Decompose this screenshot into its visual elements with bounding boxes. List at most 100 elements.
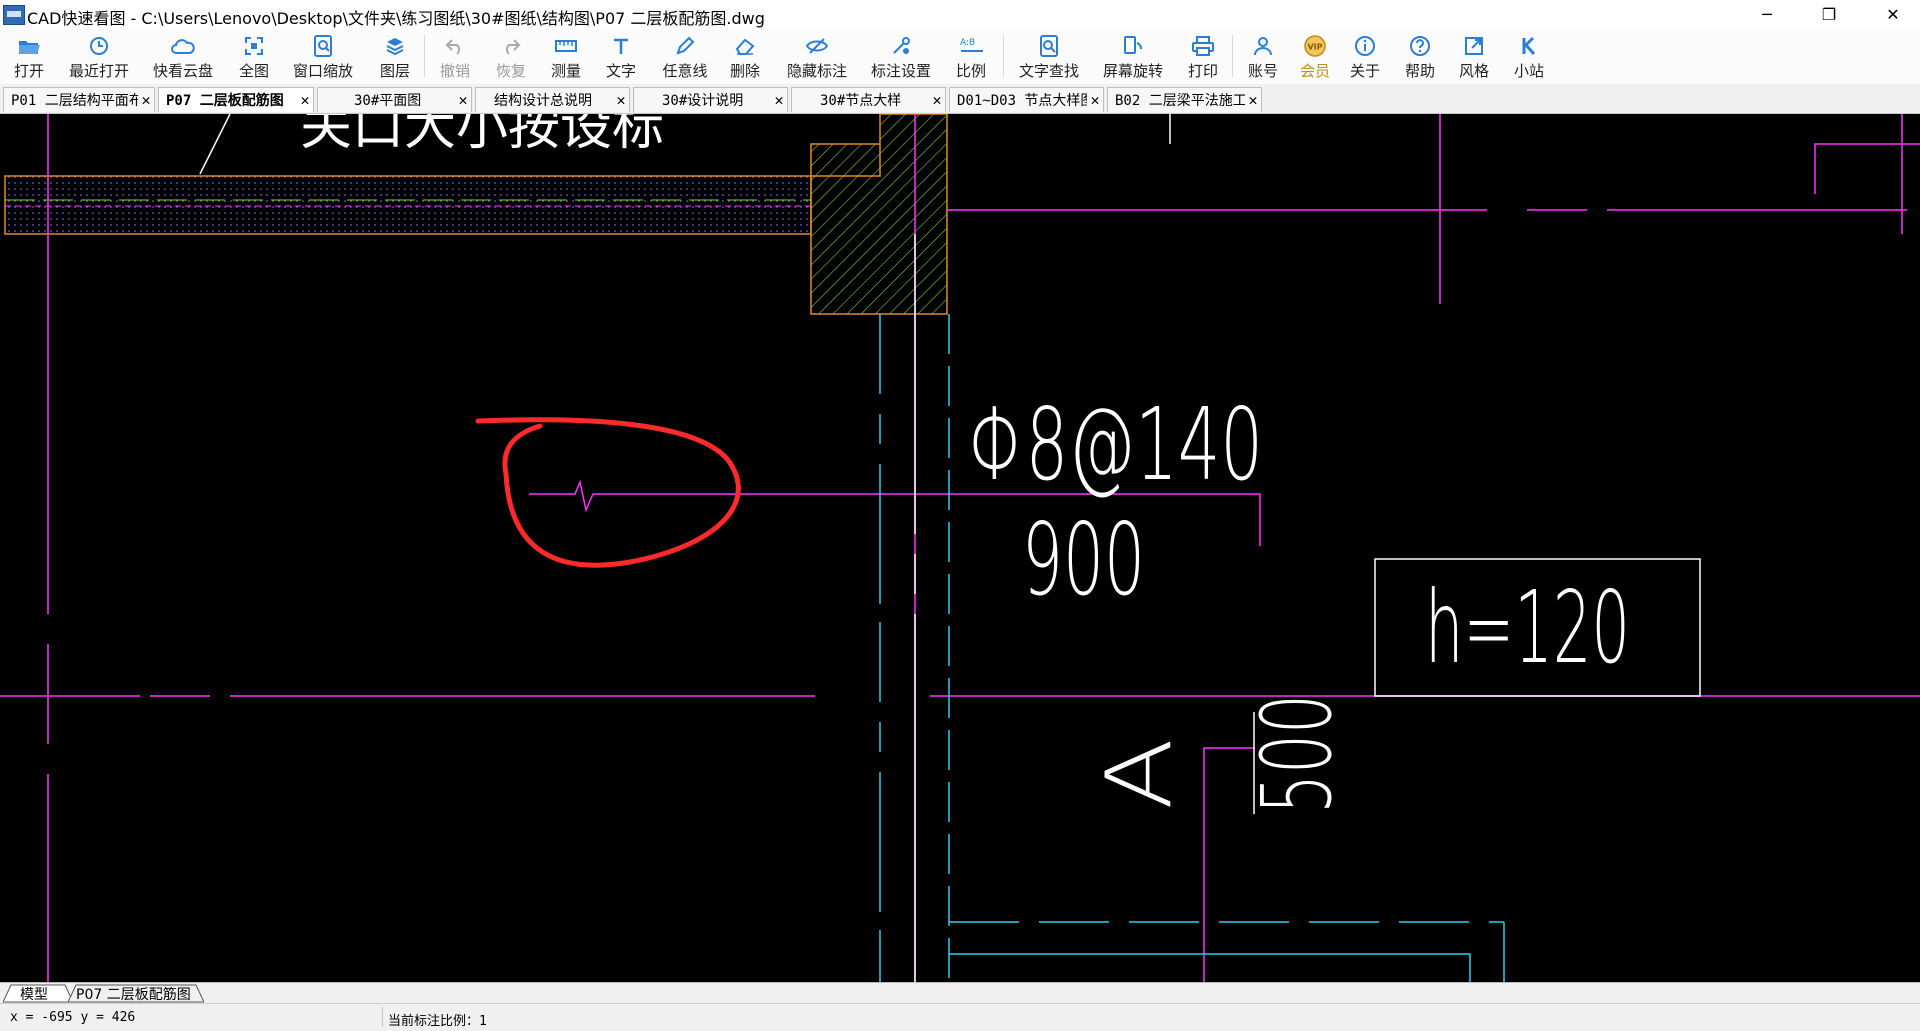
- tab-30-details[interactable]: 30#节点大样 ✕: [791, 87, 946, 112]
- search-doc-icon: [1037, 35, 1061, 57]
- undo-icon: [443, 35, 467, 57]
- tab-structure-notes[interactable]: 结构设计总说明 ✕: [475, 87, 630, 112]
- toolbar-separator: [1003, 35, 1004, 77]
- close-icon[interactable]: ✕: [613, 91, 629, 109]
- freeline-button[interactable]: 任意线: [660, 29, 710, 84]
- vip-button[interactable]: VIP 会员: [1298, 29, 1332, 84]
- cloud-icon: [171, 35, 195, 57]
- svg-text:VIP: VIP: [1307, 43, 1322, 52]
- close-icon[interactable]: ✕: [1245, 91, 1261, 109]
- fullscreen-icon: [242, 35, 266, 57]
- svg-text:A:B: A:B: [960, 38, 975, 48]
- tab-b02[interactable]: B02 二层梁平法施工图 ✕: [1107, 87, 1262, 112]
- close-icon[interactable]: ✕: [771, 91, 787, 109]
- rebar-spec-label: Φ8@140: [968, 386, 1263, 503]
- slab-body: [4, 175, 812, 235]
- close-icon[interactable]: ✕: [1087, 91, 1103, 109]
- recent-button[interactable]: 最近打开: [66, 29, 132, 84]
- tab-30-design-notes[interactable]: 30#设计说明 ✕: [633, 87, 788, 112]
- style-button[interactable]: 风格: [1457, 29, 1491, 84]
- toolbar-separator: [1232, 35, 1233, 77]
- close-icon[interactable]: ✕: [455, 91, 471, 109]
- close-icon[interactable]: ✕: [138, 91, 154, 109]
- scale-button[interactable]: A:B 比例: [954, 29, 988, 84]
- window-title: CAD快速看图 - C:\Users\Lenovo\Desktop\文件夹\练习…: [27, 9, 765, 28]
- cursor-coordinates: x = -695 y = 426: [10, 1010, 136, 1025]
- redo-button[interactable]: 恢复: [494, 29, 528, 84]
- close-icon[interactable]: ✕: [929, 91, 945, 109]
- top-partial-text: 关口大小按设标: [300, 114, 664, 157]
- window-zoom-button[interactable]: 窗口缩放: [290, 29, 356, 84]
- toolbar: 打开 最近打开 快看云盘 全图 窗口缩放 图层 撤销 恢复 测量 文字 任意线: [0, 29, 1920, 84]
- section-label: A: [1087, 738, 1192, 810]
- print-button[interactable]: 打印: [1186, 29, 1220, 84]
- leader-line: [199, 114, 231, 175]
- beam-hatch: [810, 114, 948, 315]
- tab-p07[interactable]: P07 二层板配筋图 ✕: [158, 87, 314, 112]
- close-icon[interactable]: ✕: [297, 91, 313, 109]
- tab-p01[interactable]: P01 二层结构平面布置图 ✕: [3, 87, 155, 112]
- tab-d01-d03[interactable]: D01~D03 节点大样图 ✕: [949, 87, 1104, 112]
- delete-button[interactable]: 删除: [728, 29, 762, 84]
- text-button[interactable]: 文字: [604, 29, 638, 84]
- redo-icon: [499, 35, 523, 57]
- scale-icon: A:B: [959, 35, 983, 57]
- drawing-svg: 关口大小按设标 Φ8@140 900 h=120 A 500: [0, 114, 1920, 982]
- folder-icon: [17, 35, 41, 57]
- text-search-button[interactable]: 文字查找: [1016, 29, 1082, 84]
- app-icon: [3, 5, 25, 25]
- restore-button[interactable]: ❐: [1806, 0, 1852, 29]
- cloud-button[interactable]: 快看云盘: [150, 29, 216, 84]
- slab-thickness-label: h=120: [1425, 569, 1630, 686]
- site-button[interactable]: 小站: [1512, 29, 1546, 84]
- vip-icon: VIP: [1303, 35, 1327, 57]
- zoom-window-icon: [311, 35, 335, 57]
- layout-tab-sheet[interactable]: P07 二层板配筋图: [68, 983, 204, 1003]
- dimension-label: 500: [1241, 694, 1353, 814]
- status-divider: [382, 1007, 383, 1027]
- frame-line: [1814, 143, 1920, 194]
- undo-button[interactable]: 撤销: [438, 29, 472, 84]
- annot-settings-button[interactable]: 标注设置: [868, 29, 934, 84]
- magenta-lines: [0, 114, 1920, 982]
- tab-30-plan[interactable]: 30#平面图 ✕: [317, 87, 472, 112]
- printer-icon: [1191, 35, 1215, 57]
- info-icon: [1353, 35, 1377, 57]
- layout-tab-bar: 模型 P07 二层板配筋图: [0, 982, 1920, 1004]
- layers-icon: [383, 35, 407, 57]
- help-button[interactable]: 帮助: [1403, 29, 1437, 84]
- layers-button[interactable]: 图层: [378, 29, 412, 84]
- user-icon: [1251, 35, 1275, 57]
- toolbar-separator: [424, 35, 425, 77]
- layout-tab-model[interactable]: 模型: [3, 983, 73, 1003]
- about-button[interactable]: 关于: [1348, 29, 1382, 84]
- annotation-scale: 当前标注比例：1: [388, 1014, 487, 1029]
- title-bar: CAD快速看图 - C:\Users\Lenovo\Desktop\文件夹\练习…: [0, 0, 1920, 29]
- red-markup-circle: [475, 417, 741, 568]
- open-button[interactable]: 打开: [10, 29, 48, 84]
- help-icon: [1408, 35, 1432, 57]
- measure-button[interactable]: 测量: [549, 29, 583, 84]
- beam-section: [810, 114, 948, 315]
- rotate-button[interactable]: 屏幕旋转: [1100, 29, 1166, 84]
- expand-icon: [1462, 35, 1486, 57]
- eye-hide-icon: [805, 35, 829, 57]
- status-bar: x = -695 y = 426 当前标注比例：1: [0, 1003, 1920, 1031]
- ruler-icon: [554, 35, 578, 57]
- slab-section: [4, 175, 812, 235]
- settings-icon: [889, 35, 913, 57]
- length-label: 900: [1022, 501, 1145, 618]
- drawing-canvas[interactable]: 关口大小按设标 Φ8@140 900 h=120 A 500: [0, 114, 1920, 982]
- text-icon: [609, 35, 633, 57]
- pencil-icon: [673, 35, 697, 57]
- account-button[interactable]: 账号: [1246, 29, 1280, 84]
- hide-annot-button[interactable]: 隐藏标注: [784, 29, 850, 84]
- history-icon: [87, 35, 111, 57]
- close-button[interactable]: ✕: [1870, 0, 1916, 29]
- rotate-screen-icon: [1121, 35, 1145, 57]
- k-logo-icon: [1517, 35, 1541, 57]
- document-tab-bar: P01 二层结构平面布置图 ✕ P07 二层板配筋图 ✕ 30#平面图 ✕ 结构…: [0, 84, 1920, 114]
- fullview-button[interactable]: 全图: [236, 29, 272, 84]
- eraser-icon: [733, 35, 757, 57]
- minimize-button[interactable]: ─: [1744, 0, 1790, 29]
